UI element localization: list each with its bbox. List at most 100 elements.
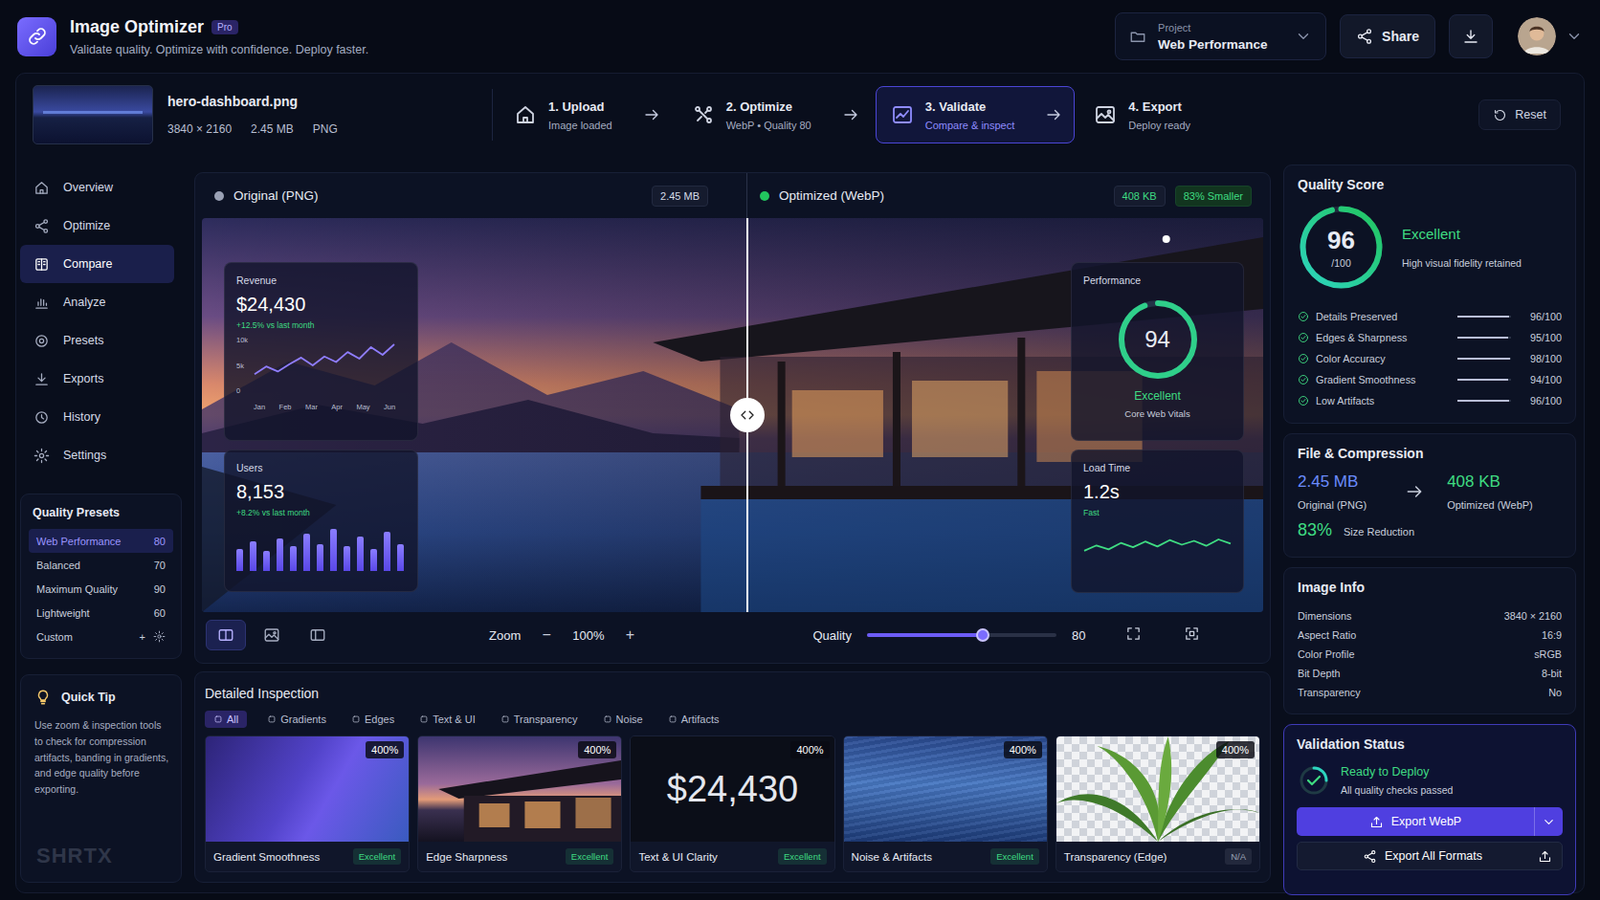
user-avatar-icon[interactable] xyxy=(1517,17,1556,56)
export-icon xyxy=(1371,817,1381,827)
filter-chip[interactable]: Transparency xyxy=(495,711,583,729)
export-all-button[interactable]: Export All Formats xyxy=(1296,842,1563,871)
optimized-header: Optimized (WebP)408 KB83% Smaller xyxy=(747,173,1264,219)
sidebar-item[interactable]: Exports xyxy=(20,359,175,399)
card-label: Gradient Smoothness xyxy=(213,851,320,864)
step-text: 1. UploadImage loaded xyxy=(548,99,613,132)
image-icon xyxy=(273,632,276,635)
sidebar-item[interactable]: Overview xyxy=(20,168,175,207)
preset-row[interactable]: Maximum Quality90 xyxy=(28,577,174,601)
comparison-image xyxy=(892,352,901,496)
preset-row[interactable]: Custom+ xyxy=(28,624,174,649)
export-all-main[interactable]: Export All Formats xyxy=(1307,849,1538,865)
filter-chip[interactable]: Edges xyxy=(346,711,400,729)
view-mode-button[interactable] xyxy=(297,620,338,651)
export-webp-button[interactable]: Export WebP xyxy=(1296,807,1563,837)
chart-bar xyxy=(343,546,351,572)
download-icon xyxy=(1465,30,1477,43)
quick-tip: Quick TipUse zoom & inspection tools to … xyxy=(20,674,182,884)
divider xyxy=(491,88,493,141)
sidebar-item[interactable]: Presets xyxy=(20,321,175,360)
sidebar-item[interactable]: History xyxy=(20,398,175,437)
view-mode-button[interactable] xyxy=(205,620,246,651)
user-avatar-icon[interactable] xyxy=(1523,46,1551,54)
quality-slider[interactable] xyxy=(866,633,1057,638)
filter-chip[interactable]: Artifacts xyxy=(663,711,725,729)
sidebar-nav: OverviewOptimizeCompareAnalyzePresetsExp… xyxy=(20,155,182,475)
preset-row[interactable]: Balanced70 xyxy=(28,553,174,578)
image-icon xyxy=(265,634,279,640)
fullscreen-icon xyxy=(1183,625,1200,643)
clock-icon xyxy=(33,409,50,426)
arrow-right-icon xyxy=(1047,111,1060,120)
filter-box-icon xyxy=(604,716,611,723)
download-button[interactable] xyxy=(1448,14,1493,59)
app-logo[interactable] xyxy=(17,17,57,57)
quality-score-card: Quality Score96/100ExcellentHigh visual … xyxy=(1283,164,1577,424)
compare-icon xyxy=(33,256,50,273)
user-avatar-icon[interactable] xyxy=(1517,17,1556,56)
sidebar-item[interactable]: Settings xyxy=(20,436,175,475)
user-avatar-icon[interactable] xyxy=(1530,26,1545,32)
reset-button[interactable]: Reset xyxy=(1478,99,1561,131)
reset-icon xyxy=(1495,110,1499,113)
preset-row[interactable]: Web Performance80 xyxy=(28,529,174,554)
sidebar: OverviewOptimizeCompareAnalyzePresetsExp… xyxy=(20,155,182,896)
gear-icon[interactable] xyxy=(154,631,165,643)
app-brand: Image OptimizerProValidate quality. Opti… xyxy=(69,17,369,57)
user-avatar-icon[interactable] xyxy=(1517,17,1556,56)
inspection-card[interactable]: $24,430400%Text & UI ClarityExcellent xyxy=(629,735,835,873)
performance-rating: Excellent xyxy=(1133,389,1181,403)
slider-thumb[interactable] xyxy=(976,628,990,643)
project-selector[interactable]: ProjectWeb Performance xyxy=(1114,12,1327,61)
inspection-card[interactable]: 400%Transparency (Edge)N/A xyxy=(1055,735,1261,873)
user-menu[interactable] xyxy=(1517,17,1583,56)
sidebar-item[interactable]: Analyze xyxy=(20,283,175,322)
sidebar-item[interactable]: Compare xyxy=(20,244,175,284)
file-dimensions: 3840 × 2160 xyxy=(167,122,232,136)
inspection-card[interactable]: 400%Edge SharpnessExcellent xyxy=(417,735,623,873)
sidebar-item[interactable]: Optimize xyxy=(20,206,175,245)
step-title: 4. Export xyxy=(1128,99,1191,114)
home-icon xyxy=(33,179,50,197)
export-icon xyxy=(1540,851,1551,862)
view-mode-button[interactable] xyxy=(251,620,292,651)
image-info-title: Image Info xyxy=(1297,579,1562,596)
filter-label: Gradients xyxy=(280,713,327,726)
workflow-step[interactable]: 3. ValidateCompare & inspect xyxy=(875,86,1076,144)
users-label: Users xyxy=(236,462,406,474)
metric-label: Color Accuracy xyxy=(1315,353,1386,365)
share-button[interactable]: Share xyxy=(1339,14,1436,59)
fullscreen-button[interactable] xyxy=(1183,625,1200,646)
metric-fill xyxy=(1457,378,1509,381)
workflow-step[interactable]: 4. ExportDeploy ready xyxy=(1078,86,1203,144)
export-main[interactable]: Export WebP xyxy=(1296,815,1534,830)
zoom-in-button[interactable]: + xyxy=(617,622,643,648)
filter-chip[interactable]: Gradients xyxy=(262,711,332,729)
inspection-card[interactable]: 400%Noise & ArtifactsExcellent xyxy=(843,735,1048,873)
gear-icon[interactable] xyxy=(157,635,161,639)
chevron-down-icon xyxy=(1294,27,1312,45)
add-preset-button[interactable]: + xyxy=(139,631,146,644)
status-check-icon xyxy=(1298,765,1330,797)
zoom-badge: 400% xyxy=(577,741,617,759)
reduction-badge: 83% Smaller xyxy=(1175,185,1252,207)
filter-chip[interactable]: All xyxy=(204,711,247,729)
gear-icon[interactable] xyxy=(153,630,166,644)
filter-chip[interactable]: Text & UI xyxy=(414,711,481,729)
user-avatar-icon[interactable] xyxy=(1530,26,1545,42)
preset-row[interactable]: Lightweight60 xyxy=(28,600,174,625)
zoom-out-button[interactable]: − xyxy=(533,622,559,648)
inspection-card[interactable]: 400%Gradient SmoothnessExcellent xyxy=(204,735,410,873)
export-options-button[interactable] xyxy=(1533,807,1563,837)
workflow-step[interactable]: 1. UploadImage loaded xyxy=(498,86,673,144)
gear-icon[interactable] xyxy=(153,630,166,644)
size-comparison: 2.45 MBOriginal (PNG)408 KBOptimized (We… xyxy=(1297,472,1562,512)
nodes-icon xyxy=(33,218,50,235)
fit-button[interactable] xyxy=(1125,625,1142,646)
split-handle[interactable] xyxy=(730,398,765,433)
chart-bar xyxy=(236,549,244,572)
workflow-step[interactable]: 2. OptimizeWebP • Quality 80 xyxy=(676,86,872,144)
check-circle-icon xyxy=(1299,312,1309,322)
filter-chip[interactable]: Noise xyxy=(598,711,648,729)
